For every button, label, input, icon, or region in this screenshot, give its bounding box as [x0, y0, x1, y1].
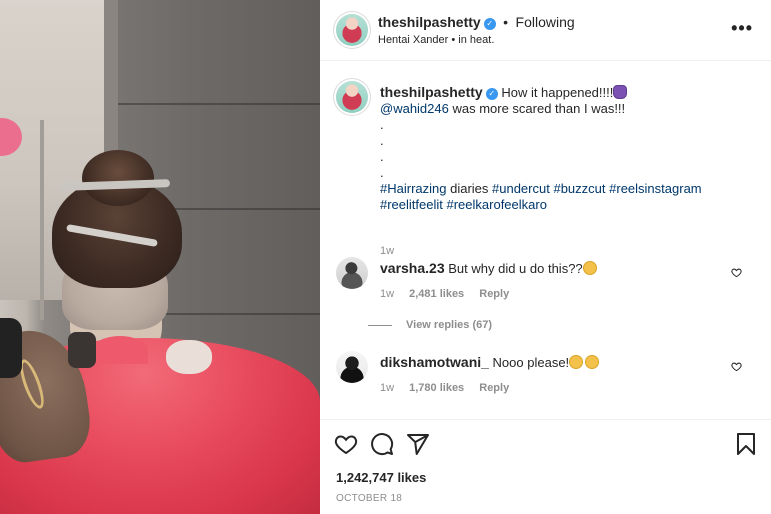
cape-collar — [92, 336, 148, 364]
post-actions: 1,242,747 likes OCTOBER 18 — [320, 419, 771, 514]
comment-like-heart-icon[interactable] — [731, 361, 742, 372]
caption-time[interactable]: 1w — [380, 245, 394, 257]
share-icon[interactable] — [406, 432, 430, 456]
comment-username[interactable]: dikshamotwani_ — [380, 354, 489, 370]
comment-time[interactable]: 1w — [380, 382, 394, 394]
hair-trimmer — [68, 332, 96, 368]
post-header: theshilpashetty ✓ • Following Hentai Xand… — [320, 0, 771, 61]
disappointed-face-emoji-icon — [569, 355, 584, 369]
hair-bun — [82, 150, 154, 206]
comment-icon[interactable] — [370, 432, 394, 456]
divider-line — [368, 324, 392, 326]
door-frame — [40, 120, 44, 320]
caption-username[interactable]: theshilpashetty — [380, 84, 483, 100]
caption-dot: . — [380, 117, 384, 132]
person-gesturing-emoji-icon — [613, 85, 628, 99]
comments-list: theshilpashetty ✓ How it happened!!!! @wa… — [320, 61, 771, 419]
avatar[interactable] — [336, 257, 368, 289]
bookmark-icon[interactable] — [734, 432, 758, 456]
avatar[interactable] — [336, 351, 368, 383]
comment: dikshamotwani_ Nooo please! 1w 1,780 lik… — [336, 351, 756, 411]
post-video[interactable] — [0, 0, 320, 514]
verified-badge-icon: ✓ — [485, 88, 498, 100]
avatar[interactable] — [336, 14, 368, 46]
caption-dot: . — [380, 149, 384, 164]
disappointed-face-emoji-icon — [585, 355, 600, 369]
hashtag-link[interactable]: #reelsinstagram — [609, 181, 702, 196]
mention-link[interactable]: @wahid246 — [380, 101, 449, 116]
comment-meta: 1w 2,481 likes Reply — [380, 288, 521, 300]
caption: theshilpashetty ✓ How it happened!!!! @wa… — [336, 81, 756, 257]
header-username[interactable]: theshilpashetty — [378, 14, 481, 30]
hashtag-link[interactable]: #undercut — [492, 181, 550, 196]
reply-button[interactable]: Reply — [479, 288, 509, 300]
comment: varsha.23 But why did u do this?? 1w 2,4… — [336, 257, 756, 337]
hashtag-link[interactable]: #buzzcut — [553, 181, 605, 196]
caption-line-1: How it happened!!!! — [501, 85, 614, 100]
heart-icon[interactable] — [334, 432, 358, 456]
audio-label[interactable]: Hentai Xander • in heat. — [378, 34, 494, 46]
hashtag-link[interactable]: #reelitfeelit — [380, 197, 443, 212]
likes-count[interactable]: 1,242,747 likes — [336, 470, 426, 485]
hashtag-link[interactable]: #reelkarofeelkaro — [447, 197, 547, 212]
post-side-panel: theshilpashetty ✓ • Following Hentai Xand… — [320, 0, 771, 514]
caption-text: theshilpashetty ✓ How it happened!!!! @wa… — [380, 84, 740, 213]
hand-fist — [166, 340, 212, 374]
astonished-face-emoji-icon — [582, 261, 597, 275]
reply-button[interactable]: Reply — [479, 382, 509, 394]
hashtag-link[interactable]: #Hairrazing — [380, 181, 446, 196]
comment-likes[interactable]: 1,780 likes — [409, 382, 464, 394]
avatar[interactable] — [336, 81, 368, 113]
caption-dot: . — [380, 165, 384, 180]
comment-username[interactable]: varsha.23 — [380, 260, 445, 276]
view-replies-label: View replies (67) — [406, 319, 493, 331]
caption-dot: . — [380, 133, 384, 148]
caption-word: diaries — [446, 181, 493, 196]
caption-meta: 1w — [380, 245, 406, 257]
comment-time[interactable]: 1w — [380, 288, 394, 300]
header-user-line: theshilpashetty ✓ • Following — [378, 14, 575, 32]
comment-like-heart-icon[interactable] — [731, 267, 742, 278]
comment-text: varsha.23 But why did u do this?? — [380, 260, 720, 277]
following-button[interactable]: Following — [516, 14, 575, 30]
comment-likes[interactable]: 2,481 likes — [409, 288, 464, 300]
comment-body: Nooo please! — [492, 355, 570, 370]
post-date[interactable]: OCTOBER 18 — [336, 493, 402, 504]
separator-dot: • — [503, 14, 509, 30]
verified-badge-icon: ✓ — [483, 18, 496, 30]
view-replies-button[interactable]: View replies (67) — [368, 319, 492, 331]
more-options-icon[interactable]: ••• — [731, 18, 753, 39]
comment-text: dikshamotwani_ Nooo please! — [380, 354, 720, 371]
comment-body: But why did u do this?? — [448, 261, 583, 276]
comment-meta: 1w 1,780 likes Reply — [380, 382, 521, 394]
barber-sleeve — [0, 318, 22, 378]
caption-line-2: was more scared than I was!!! — [448, 101, 626, 116]
